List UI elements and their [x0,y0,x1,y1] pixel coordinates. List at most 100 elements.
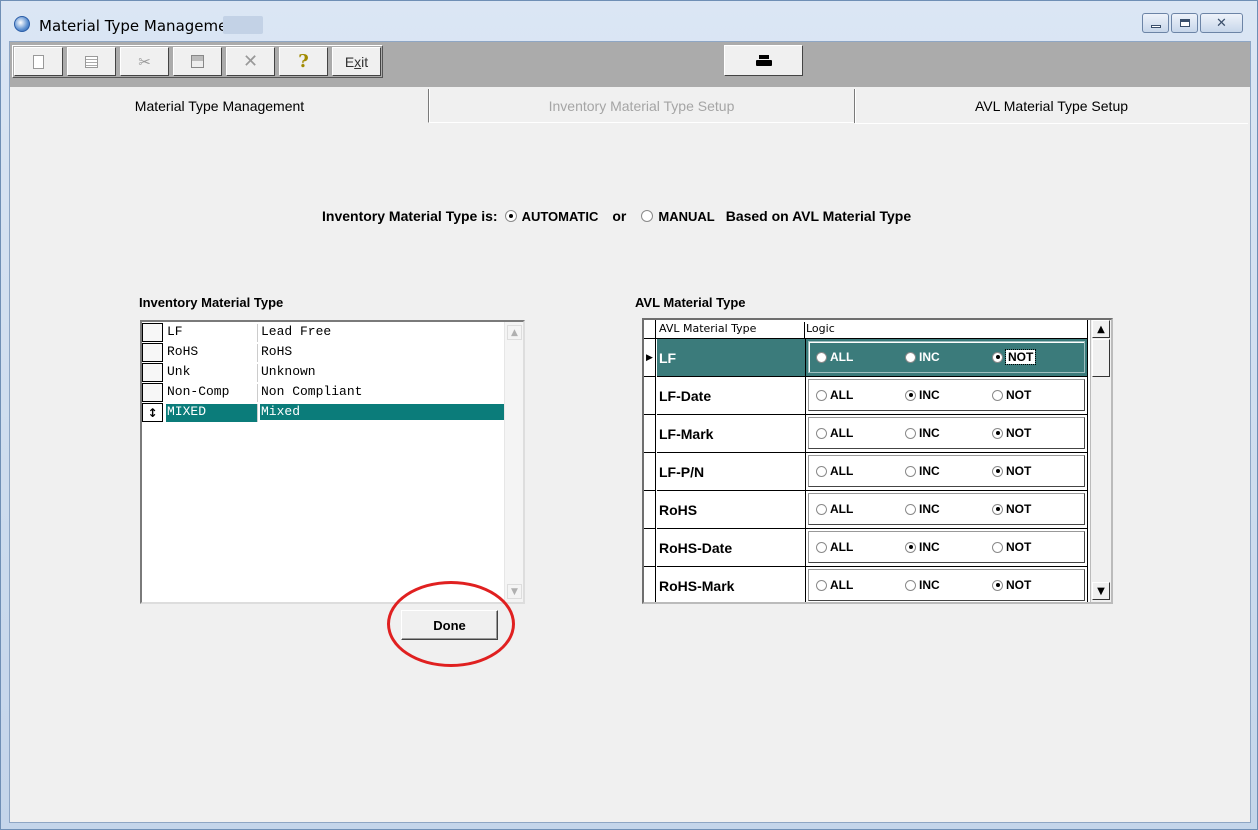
avl-type-cell[interactable]: LF-P/N [657,453,806,491]
all-label[interactable]: ALL [830,350,853,364]
not-label[interactable]: NOT [1004,349,1037,365]
row-indicator[interactable] [644,567,656,602]
inc-radio[interactable] [905,389,916,401]
not-label[interactable]: NOT [1006,540,1031,554]
not-radio[interactable] [992,427,1003,439]
list-item[interactable]: RoHS RoHS [142,342,504,362]
row-indicator[interactable] [644,491,656,529]
print-button[interactable] [724,45,803,76]
save-button[interactable] [173,47,222,76]
inventory-desc[interactable]: Unknown [260,364,504,380]
help-button[interactable]: ? [279,47,328,76]
inc-radio[interactable] [905,351,916,363]
avl-type-cell[interactable]: RoHS-Mark [657,567,806,602]
all-radio[interactable] [816,427,827,439]
avl-grid[interactable]: AVL Material Type Logic ▶ LF ALL INC NOT LF-D… [642,318,1113,604]
inc-radio[interactable] [905,541,916,553]
not-option[interactable]: NOT [992,349,1037,365]
all-option[interactable]: ALL [816,540,853,554]
cut-button[interactable]: ✂ [120,47,169,76]
table-row[interactable]: LF-Mark ALL INC NOT [644,415,1088,453]
tab-avl-material-type-setup[interactable]: AVL Material Type Setup [854,89,1248,124]
inc-label[interactable]: INC [919,388,940,402]
inventory-desc[interactable]: Mixed [260,404,504,420]
avl-type-cell[interactable]: LF-Date [657,377,806,415]
maximize-button[interactable] [1171,13,1198,33]
column-header-type[interactable]: AVL Material Type [657,322,805,339]
not-option[interactable]: NOT [992,540,1031,554]
row-selector[interactable] [142,343,163,362]
not-option[interactable]: NOT [992,502,1031,516]
all-radio[interactable] [816,579,827,591]
scroll-up-icon[interactable]: ▲ [507,325,522,340]
not-radio[interactable] [992,541,1003,553]
all-radio[interactable] [816,503,827,515]
inventory-code[interactable]: Unk [166,364,258,382]
all-option[interactable]: ALL [816,426,853,440]
inc-option[interactable]: INC [905,578,940,592]
table-row[interactable]: RoHS-Date ALL INC NOT [644,529,1088,567]
scroll-thumb[interactable] [1092,339,1110,377]
not-label[interactable]: NOT [1006,578,1031,592]
all-option[interactable]: ALL [816,388,853,402]
scroll-down-icon[interactable]: ▼ [1092,582,1110,600]
list-item-selected[interactable]: ↕ MIXED Mixed [142,402,504,422]
all-label[interactable]: ALL [830,464,853,478]
avl-row-current[interactable]: ▶ LF ALL INC NOT [644,339,1088,377]
avl-type-cell[interactable]: LF [657,339,806,377]
not-radio[interactable] [992,579,1003,591]
inventory-desc[interactable]: RoHS [260,344,504,360]
row-resize-icon[interactable]: ↕ [142,403,163,422]
all-label[interactable]: ALL [830,578,853,592]
all-radio[interactable] [816,351,827,363]
automatic-label[interactable]: AUTOMATIC [522,209,599,224]
inc-label[interactable]: INC [919,464,940,478]
all-option[interactable]: ALL [816,464,853,478]
manual-label[interactable]: MANUAL [658,209,714,224]
inc-radio[interactable] [905,503,916,515]
not-label[interactable]: NOT [1006,464,1031,478]
scroll-up-icon[interactable]: ▲ [1092,320,1110,338]
automatic-radio[interactable] [504,210,517,222]
inc-label[interactable]: INC [919,502,940,516]
inc-option[interactable]: INC [905,540,940,554]
scroll-down-icon[interactable]: ▼ [507,584,522,599]
list-item[interactable]: LF Lead Free [142,322,504,342]
row-selector[interactable] [142,363,163,382]
inc-label[interactable]: INC [919,578,940,592]
inc-option[interactable]: INC [905,502,940,516]
all-label[interactable]: ALL [830,388,853,402]
tab-material-type-management[interactable]: Material Type Management [12,89,427,123]
inc-label[interactable]: INC [919,426,940,440]
all-radio[interactable] [816,389,827,401]
not-label[interactable]: NOT [1006,388,1031,402]
close-button[interactable]: ✕ [1200,13,1243,33]
row-indicator[interactable] [644,529,656,567]
inventory-desc[interactable]: Non Compliant [260,384,504,400]
avl-scrollbar[interactable]: ▲ ▼ [1090,320,1111,602]
inc-label[interactable]: INC [919,540,940,554]
not-radio[interactable] [992,465,1003,477]
inc-radio[interactable] [905,579,916,591]
not-label[interactable]: NOT [1006,502,1031,516]
all-radio[interactable] [816,541,827,553]
inc-option[interactable]: INC [905,388,940,402]
inventory-list[interactable]: LF Lead Free RoHS RoHS Unk Unknown Non-C… [140,320,525,604]
not-option[interactable]: NOT [992,426,1031,440]
all-label[interactable]: ALL [830,502,853,516]
inc-label[interactable]: INC [919,350,940,364]
not-label[interactable]: NOT [1006,426,1031,440]
table-row[interactable]: LF-Date ALL INC NOT [644,377,1088,415]
title-bar[interactable]: Material Type Management ✕ [1,1,1257,41]
edit-button[interactable] [67,47,116,76]
row-selector[interactable] [142,383,163,402]
row-indicator[interactable] [644,453,656,491]
not-radio[interactable] [992,389,1003,401]
column-header-logic[interactable]: Logic [806,322,835,335]
all-option[interactable]: ALL [816,578,853,592]
avl-type-cell[interactable]: RoHS-Date [657,529,806,567]
not-radio[interactable] [992,351,1003,363]
minimize-button[interactable] [1142,13,1169,33]
row-selector[interactable] [142,323,163,342]
inc-option[interactable]: INC [905,350,940,364]
